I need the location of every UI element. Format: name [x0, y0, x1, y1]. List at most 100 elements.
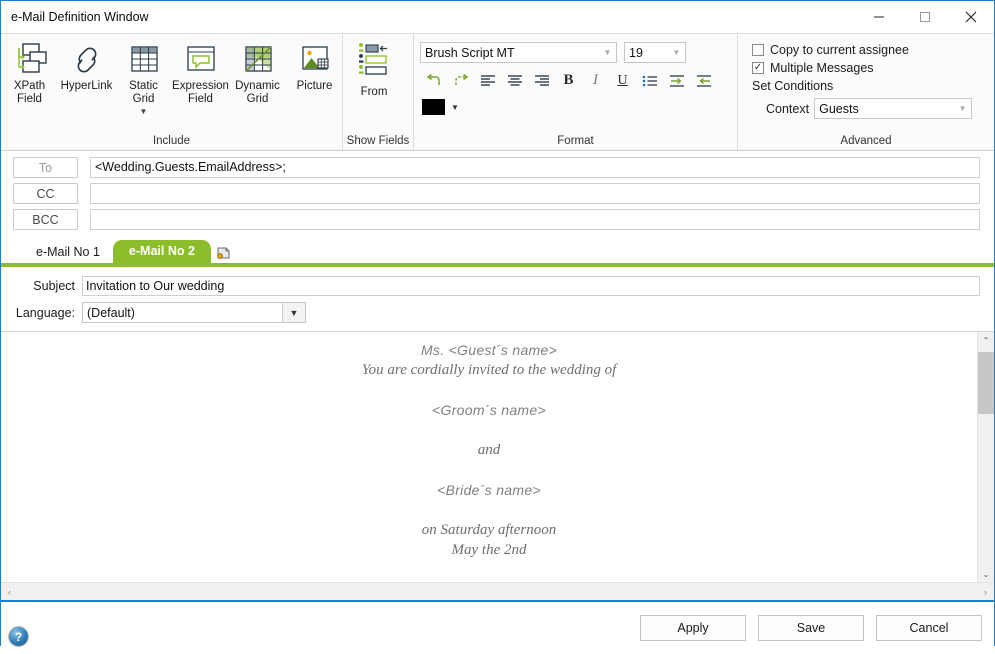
body-line-spacer [1, 420, 977, 440]
multiple-messages-checkbox[interactable]: ✓ Multiple Messages [752, 61, 972, 75]
subject-row: Subject Invitation to Our wedding [13, 276, 980, 296]
set-conditions-label[interactable]: Set Conditions [752, 79, 972, 93]
static-grid-label-2: Grid [132, 93, 155, 105]
to-row: To <Wedding.Guests.EmailAddress>; [13, 157, 980, 178]
chevron-down-icon[interactable]: ▼ [282, 303, 305, 322]
message-meta: Subject Invitation to Our wedding Langua… [1, 267, 994, 323]
bcc-input[interactable] [90, 209, 980, 230]
redo-icon [454, 73, 468, 85]
font-color-dropdown-caret[interactable]: ▼ [447, 95, 463, 119]
tab-email-no-1[interactable]: e-Mail No 1 [23, 241, 113, 263]
from-label: From [360, 86, 388, 98]
to-input[interactable]: <Wedding.Guests.EmailAddress>; [90, 157, 980, 178]
bcc-button[interactable]: BCC [13, 209, 78, 230]
redo-button[interactable] [447, 68, 474, 93]
bold-button[interactable]: B [555, 68, 582, 93]
language-value: (Default) [87, 305, 135, 320]
italic-button[interactable]: I [582, 68, 609, 93]
chevron-down-icon[interactable]: ▼ [668, 48, 685, 57]
cc-button[interactable]: CC [13, 183, 78, 204]
decrease-indent-button[interactable] [690, 68, 717, 93]
body-line-spacer [1, 380, 977, 400]
bcc-row: BCC [13, 209, 980, 230]
minimize-button[interactable] [856, 1, 902, 32]
from-button[interactable]: From [343, 34, 405, 98]
align-right-button[interactable] [528, 68, 555, 93]
ribbon-group-show-fields: From Show Fields [342, 34, 413, 150]
copy-to-current-assignee-checkbox[interactable]: Copy to current assignee [752, 43, 972, 57]
help-icon[interactable]: ? [9, 627, 28, 646]
bullet-list-icon [642, 75, 657, 86]
to-button[interactable]: To [13, 157, 78, 178]
static-grid-button[interactable]: Static Grid ▼ [115, 34, 172, 116]
picture-button[interactable]: Picture [286, 34, 343, 93]
hyperlink-button[interactable]: HyperLink [58, 34, 115, 93]
checkbox-box [752, 44, 764, 56]
body-line: <Groom´s name> [432, 402, 546, 418]
subject-input[interactable]: Invitation to Our wedding [82, 276, 980, 296]
bullet-list-button[interactable] [636, 68, 663, 93]
scroll-up-arrow-icon[interactable]: ⌃ [978, 332, 994, 348]
body-line: May the 2nd [451, 542, 527, 558]
body-horizontal-scrollbar[interactable]: ‹ › [1, 582, 994, 600]
expression-field-label-2: Field [188, 93, 213, 105]
chevron-down-icon[interactable]: ▼ [599, 48, 616, 57]
ribbon-toolbar: XPath Field HyperLink Static Grid ▼ Expr… [1, 33, 994, 151]
add-email-tab-icon[interactable] [211, 241, 237, 263]
xpath-field-button[interactable]: XPath Field [1, 34, 58, 106]
bold-icon: B [563, 72, 574, 88]
align-center-button[interactable] [501, 68, 528, 93]
font-size-combo[interactable]: 19 ▼ [624, 42, 686, 63]
static-grid-icon [124, 40, 164, 80]
scroll-down-arrow-icon[interactable]: ⌄ [978, 566, 994, 582]
language-combo[interactable]: (Default) ▼ [82, 302, 306, 323]
align-left-button[interactable] [474, 68, 501, 93]
apply-button[interactable]: Apply [640, 615, 746, 641]
font-name-combo[interactable]: Brush Script MT ▼ [420, 42, 617, 63]
chevron-down-icon[interactable]: ▼ [954, 104, 971, 113]
body-line: and [477, 442, 501, 458]
font-color-button[interactable] [420, 95, 447, 119]
undo-button[interactable] [420, 68, 447, 93]
checkbox-box: ✓ [752, 62, 764, 74]
cc-input[interactable] [90, 183, 980, 204]
scroll-track[interactable] [978, 348, 994, 566]
scroll-right-arrow-icon[interactable]: › [977, 583, 994, 600]
dynamic-grid-button[interactable]: Dynamic Grid [229, 34, 286, 106]
hyperlink-label: HyperLink [60, 80, 113, 92]
dynamic-grid-label-1: Dynamic [235, 80, 280, 92]
body-vertical-scrollbar[interactable]: ⌃ ⌄ [977, 332, 994, 582]
scroll-thumb[interactable] [978, 352, 994, 414]
xpath-field-label-1: XPath [13, 80, 46, 92]
context-row: Context Guests ▼ [752, 98, 973, 119]
font-size-value: 19 [629, 45, 643, 60]
scroll-left-arrow-icon[interactable]: ‹ [1, 583, 18, 600]
close-button[interactable] [948, 1, 994, 32]
cancel-button[interactable]: Cancel [876, 615, 982, 641]
window-title: e-Mail Definition Window [11, 9, 149, 24]
save-button[interactable]: Save [758, 615, 864, 641]
ribbon-group-title-advanced: Advanced [840, 135, 892, 147]
maximize-button[interactable] [902, 1, 948, 32]
email-body-content[interactable]: Ms. <Guest´s name> You are cordially inv… [1, 332, 977, 582]
context-combo[interactable]: Guests ▼ [814, 98, 973, 119]
tab-email-no-2[interactable]: e-Mail No 2 [112, 240, 211, 263]
align-right-icon [534, 74, 549, 86]
checkbox-tick: ✓ [753, 62, 763, 73]
font-name-value: Brush Script MT [425, 45, 515, 60]
underline-button[interactable]: U [609, 68, 636, 93]
context-value: Guests [819, 101, 859, 116]
dynamic-grid-label-2: Grid [246, 93, 269, 105]
expression-field-button[interactable]: Expression Field [172, 34, 229, 106]
email-body-editor: Ms. <Guest´s name> You are cordially inv… [1, 331, 994, 582]
address-fields: To <Wedding.Guests.EmailAddress>; CC BCC [1, 151, 994, 230]
xpath-field-icon [10, 40, 50, 80]
title-bar: e-Mail Definition Window [1, 1, 994, 33]
decrease-indent-icon [696, 74, 711, 87]
hyperlink-icon [67, 40, 107, 80]
font-color-swatch [422, 99, 445, 115]
static-grid-dropdown-caret[interactable]: ▼ [140, 107, 148, 116]
increase-indent-button[interactable] [663, 68, 690, 93]
window-controls [856, 1, 994, 32]
underline-icon: U [617, 72, 628, 88]
